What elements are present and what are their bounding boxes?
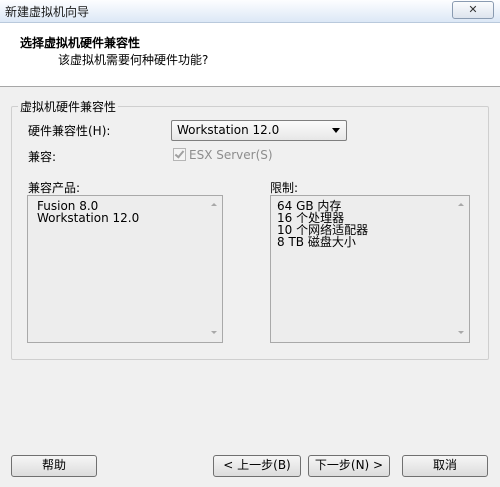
- check-icon: [174, 148, 185, 159]
- limits-scrollbar[interactable]: [453, 196, 469, 342]
- products-list[interactable]: Fusion 8.0 Workstation 12.0: [27, 195, 223, 343]
- back-button[interactable]: < 上一步(B): [213, 455, 301, 477]
- hardware-compat-group: 虚拟机硬件兼容性 硬件兼容性(H): Workstation 12.0 兼容: …: [11, 98, 489, 360]
- scroll-up-icon[interactable]: [458, 203, 464, 206]
- scroll-down-icon[interactable]: [458, 331, 464, 334]
- title-bar: 新建虚拟机向导 ✕: [0, 0, 500, 23]
- chevron-down-icon: [332, 128, 340, 133]
- esx-server-checkbox[interactable]: ESX Server(S): [173, 148, 273, 162]
- compatible-label: 兼容:: [28, 150, 57, 164]
- products-scrollbar[interactable]: [206, 196, 222, 342]
- wizard-header: 选择虚拟机硬件兼容性 该虚拟机需要何种硬件功能?: [0, 23, 500, 87]
- compat-label: 硬件兼容性(H):: [28, 124, 111, 138]
- page-title: 选择虚拟机硬件兼容性: [20, 36, 141, 50]
- next-button[interactable]: 下一步(N) >: [308, 455, 390, 477]
- page-subtitle: 该虚拟机需要何种硬件功能?: [58, 53, 209, 67]
- checkbox-box: [173, 148, 186, 161]
- scroll-up-icon[interactable]: [211, 203, 217, 206]
- products-label: 兼容产品:: [28, 181, 81, 195]
- limits-label: 限制:: [270, 181, 299, 195]
- list-item[interactable]: 8 TB 磁盘大小: [277, 236, 368, 248]
- limits-list[interactable]: 64 GB 内存 16 个处理器 10 个网络适配器 8 TB 磁盘大小: [270, 195, 470, 343]
- group-legend: 虚拟机硬件兼容性: [18, 98, 119, 115]
- help-button[interactable]: 帮助: [11, 455, 97, 477]
- list-item[interactable]: Workstation 12.0: [37, 212, 139, 224]
- scroll-down-icon[interactable]: [211, 331, 217, 334]
- compat-select[interactable]: Workstation 12.0: [171, 120, 347, 141]
- compat-select-value: Workstation 12.0: [177, 123, 280, 137]
- esx-server-label: ESX Server(S): [189, 148, 273, 162]
- close-button[interactable]: ✕: [452, 1, 494, 19]
- cancel-button[interactable]: 取消: [402, 455, 488, 477]
- window-title: 新建虚拟机向导: [5, 5, 90, 19]
